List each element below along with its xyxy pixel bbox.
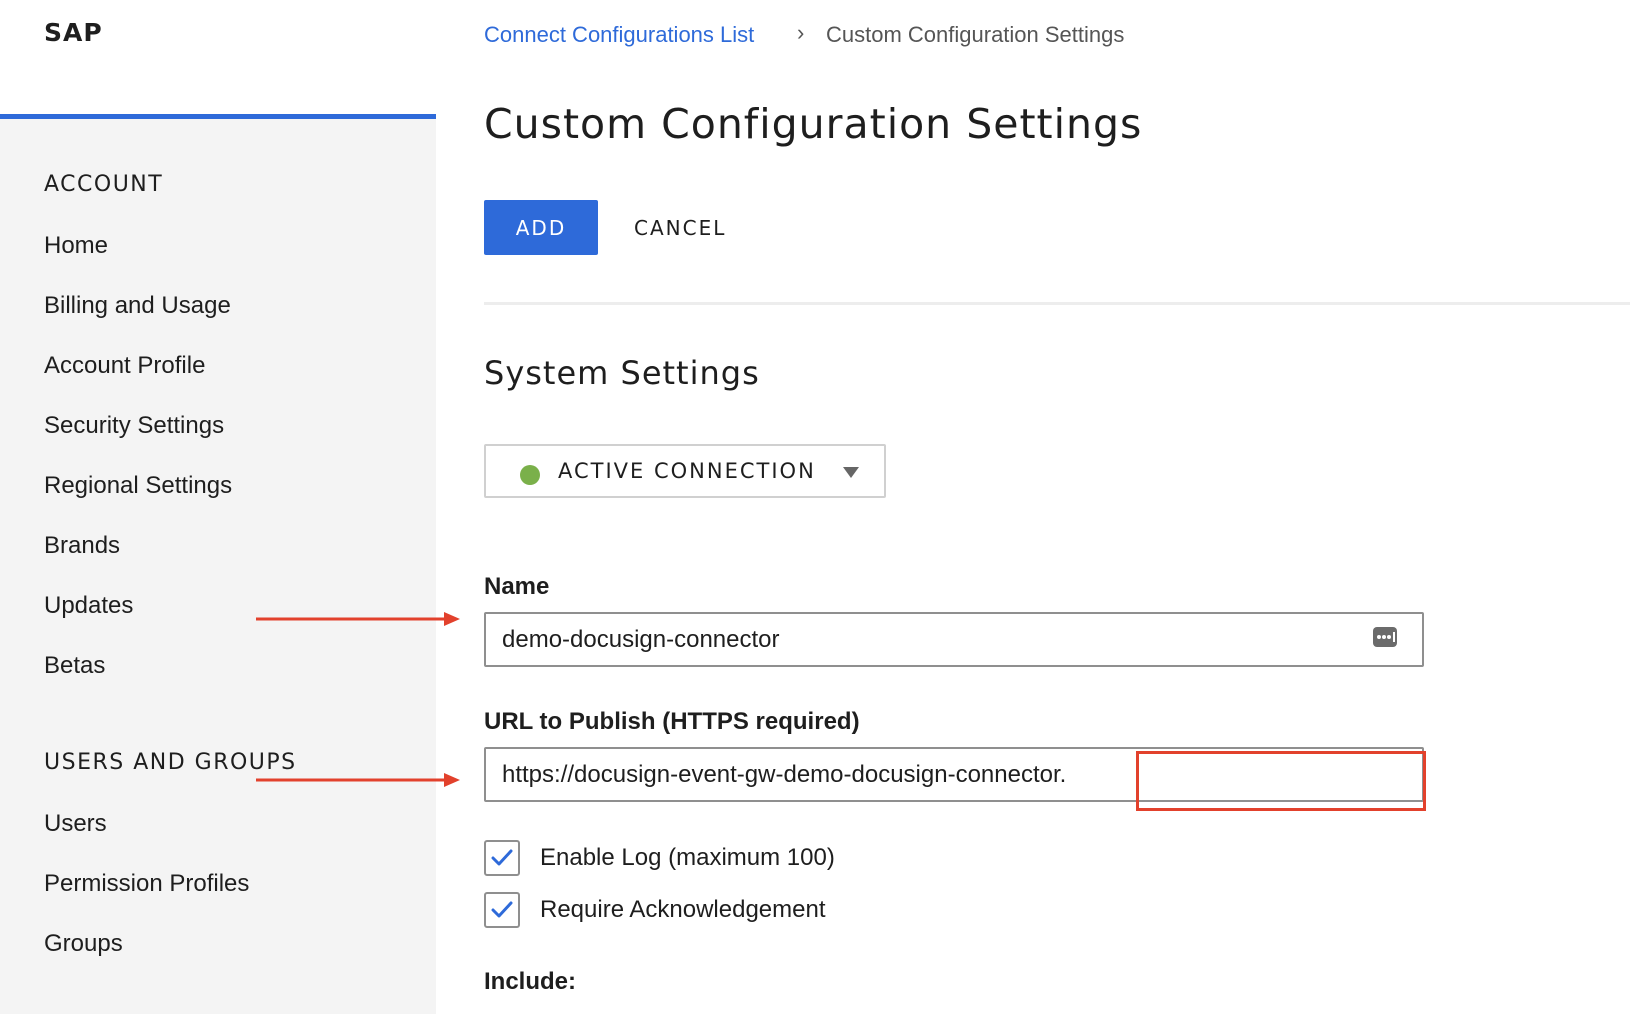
checkmark-icon bbox=[491, 901, 513, 918]
annotation-highlight-box bbox=[1136, 751, 1426, 811]
caret-down-icon bbox=[843, 467, 859, 478]
sidebar-item-home[interactable]: Home bbox=[44, 232, 108, 260]
brand-logo[interactable]: SAP bbox=[44, 18, 103, 47]
system-settings-title: System Settings bbox=[484, 354, 760, 392]
sidebar: SAP ACCOUNT Home Billing and Usage Accou… bbox=[0, 0, 436, 1014]
sidebar-item-updates[interactable]: Updates bbox=[44, 592, 133, 620]
add-button[interactable]: ADD bbox=[484, 200, 598, 255]
annotation-arrow-name bbox=[256, 612, 460, 626]
sidebar-item-brands[interactable]: Brands bbox=[44, 532, 120, 560]
sidebar-item-groups[interactable]: Groups bbox=[44, 930, 123, 958]
password-manager-icon[interactable] bbox=[1372, 625, 1400, 649]
status-dot-icon bbox=[520, 465, 540, 485]
sidebar-item-users[interactable]: Users bbox=[44, 810, 107, 838]
url-field-label: URL to Publish (HTTPS required) bbox=[484, 708, 860, 735]
cancel-button[interactable]: CANCEL bbox=[620, 200, 740, 255]
sidebar-item-regional-settings[interactable]: Regional Settings bbox=[44, 472, 232, 500]
require-acknowledgement-checkbox[interactable] bbox=[484, 892, 520, 928]
name-input[interactable] bbox=[484, 612, 1424, 667]
chevron-right-icon: › bbox=[797, 20, 805, 45]
enable-log-label: Enable Log (maximum 100) bbox=[540, 844, 835, 871]
breadcrumb-current: Custom Configuration Settings bbox=[826, 22, 1125, 47]
name-field-label: Name bbox=[484, 573, 550, 600]
include-label: Include: bbox=[484, 968, 577, 995]
checkmark-icon bbox=[491, 849, 513, 866]
enable-log-checkbox[interactable] bbox=[484, 840, 520, 876]
page-title: Custom Configuration Settings bbox=[484, 100, 1143, 148]
sidebar-item-security-settings[interactable]: Security Settings bbox=[44, 412, 224, 440]
page-root: SAP ACCOUNT Home Billing and Usage Accou… bbox=[0, 0, 1630, 1014]
require-acknowledgement-label: Require Acknowledgement bbox=[540, 896, 826, 923]
connection-status-label: ACTIVE CONNECTION bbox=[558, 459, 816, 483]
sidebar-heading-account: ACCOUNT bbox=[44, 172, 164, 197]
annotation-arrow-url bbox=[256, 773, 460, 787]
sidebar-item-billing-and-usage[interactable]: Billing and Usage bbox=[44, 292, 231, 320]
connection-status-dropdown[interactable]: ACTIVE CONNECTION bbox=[484, 444, 886, 498]
sidebar-item-permission-profiles[interactable]: Permission Profiles bbox=[44, 870, 249, 898]
breadcrumb-link-connect-configurations[interactable]: Connect Configurations List bbox=[484, 22, 754, 48]
sidebar-item-account-profile[interactable]: Account Profile bbox=[44, 352, 205, 380]
sidebar-item-betas[interactable]: Betas bbox=[44, 652, 105, 680]
section-divider bbox=[484, 302, 1630, 305]
